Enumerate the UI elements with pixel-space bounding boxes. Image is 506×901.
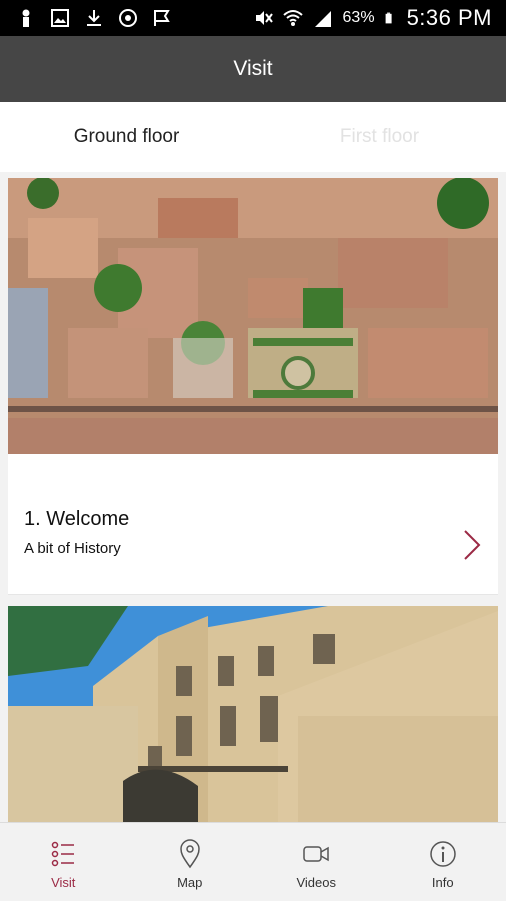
- battery-icon: [385, 8, 397, 28]
- person-icon: [16, 8, 36, 28]
- building-facade-photo: [8, 606, 498, 822]
- bottom-navigation: Visit Map Videos Info: [0, 822, 506, 901]
- info-icon: [429, 839, 457, 869]
- target-icon: [118, 8, 138, 28]
- stop-card-2[interactable]: [8, 606, 498, 822]
- wifi-icon: [283, 8, 303, 28]
- notification-icons: [16, 8, 172, 28]
- image-icon: [50, 8, 70, 28]
- list-icon: [49, 839, 77, 869]
- status-bar: 63% 5:36 PM: [0, 0, 506, 36]
- nav-map-label: Map: [177, 875, 202, 890]
- nav-info-label: Info: [432, 875, 454, 890]
- tab-first-floor[interactable]: First floor: [253, 102, 506, 172]
- stop-title: 1. Welcome: [24, 508, 129, 531]
- battery-percent: 63%: [343, 9, 375, 27]
- app-bar: Visit: [0, 36, 506, 102]
- nav-visit-label: Visit: [51, 875, 75, 890]
- page-title: Visit: [233, 57, 272, 81]
- mute-icon: [253, 8, 273, 28]
- nav-info[interactable]: Info: [380, 823, 506, 901]
- tab-ground-floor[interactable]: Ground floor: [0, 102, 253, 172]
- system-icons: 63% 5:36 PM: [253, 5, 492, 31]
- map-pin-icon: [176, 839, 204, 869]
- stop-card-body: 1. Welcome A bit of History: [8, 454, 498, 594]
- floor-tabs: Ground floor First floor: [0, 102, 506, 172]
- nav-visit[interactable]: Visit: [0, 823, 127, 901]
- video-camera-icon: [302, 839, 330, 869]
- stop-list[interactable]: 1. Welcome A bit of History: [0, 172, 506, 822]
- stop-subtitle: A bit of History: [24, 540, 121, 557]
- chevron-right-icon[interactable]: [460, 528, 484, 562]
- stop-card-welcome[interactable]: 1. Welcome A bit of History: [8, 178, 498, 595]
- nav-map[interactable]: Map: [127, 823, 254, 901]
- clock: 5:36 PM: [407, 5, 492, 31]
- signal-icon: [313, 8, 333, 28]
- nav-videos[interactable]: Videos: [253, 823, 380, 901]
- aerial-view-photo: [8, 178, 498, 454]
- download-icon: [84, 8, 104, 28]
- flag-check-icon: [152, 8, 172, 28]
- nav-videos-label: Videos: [296, 875, 336, 890]
